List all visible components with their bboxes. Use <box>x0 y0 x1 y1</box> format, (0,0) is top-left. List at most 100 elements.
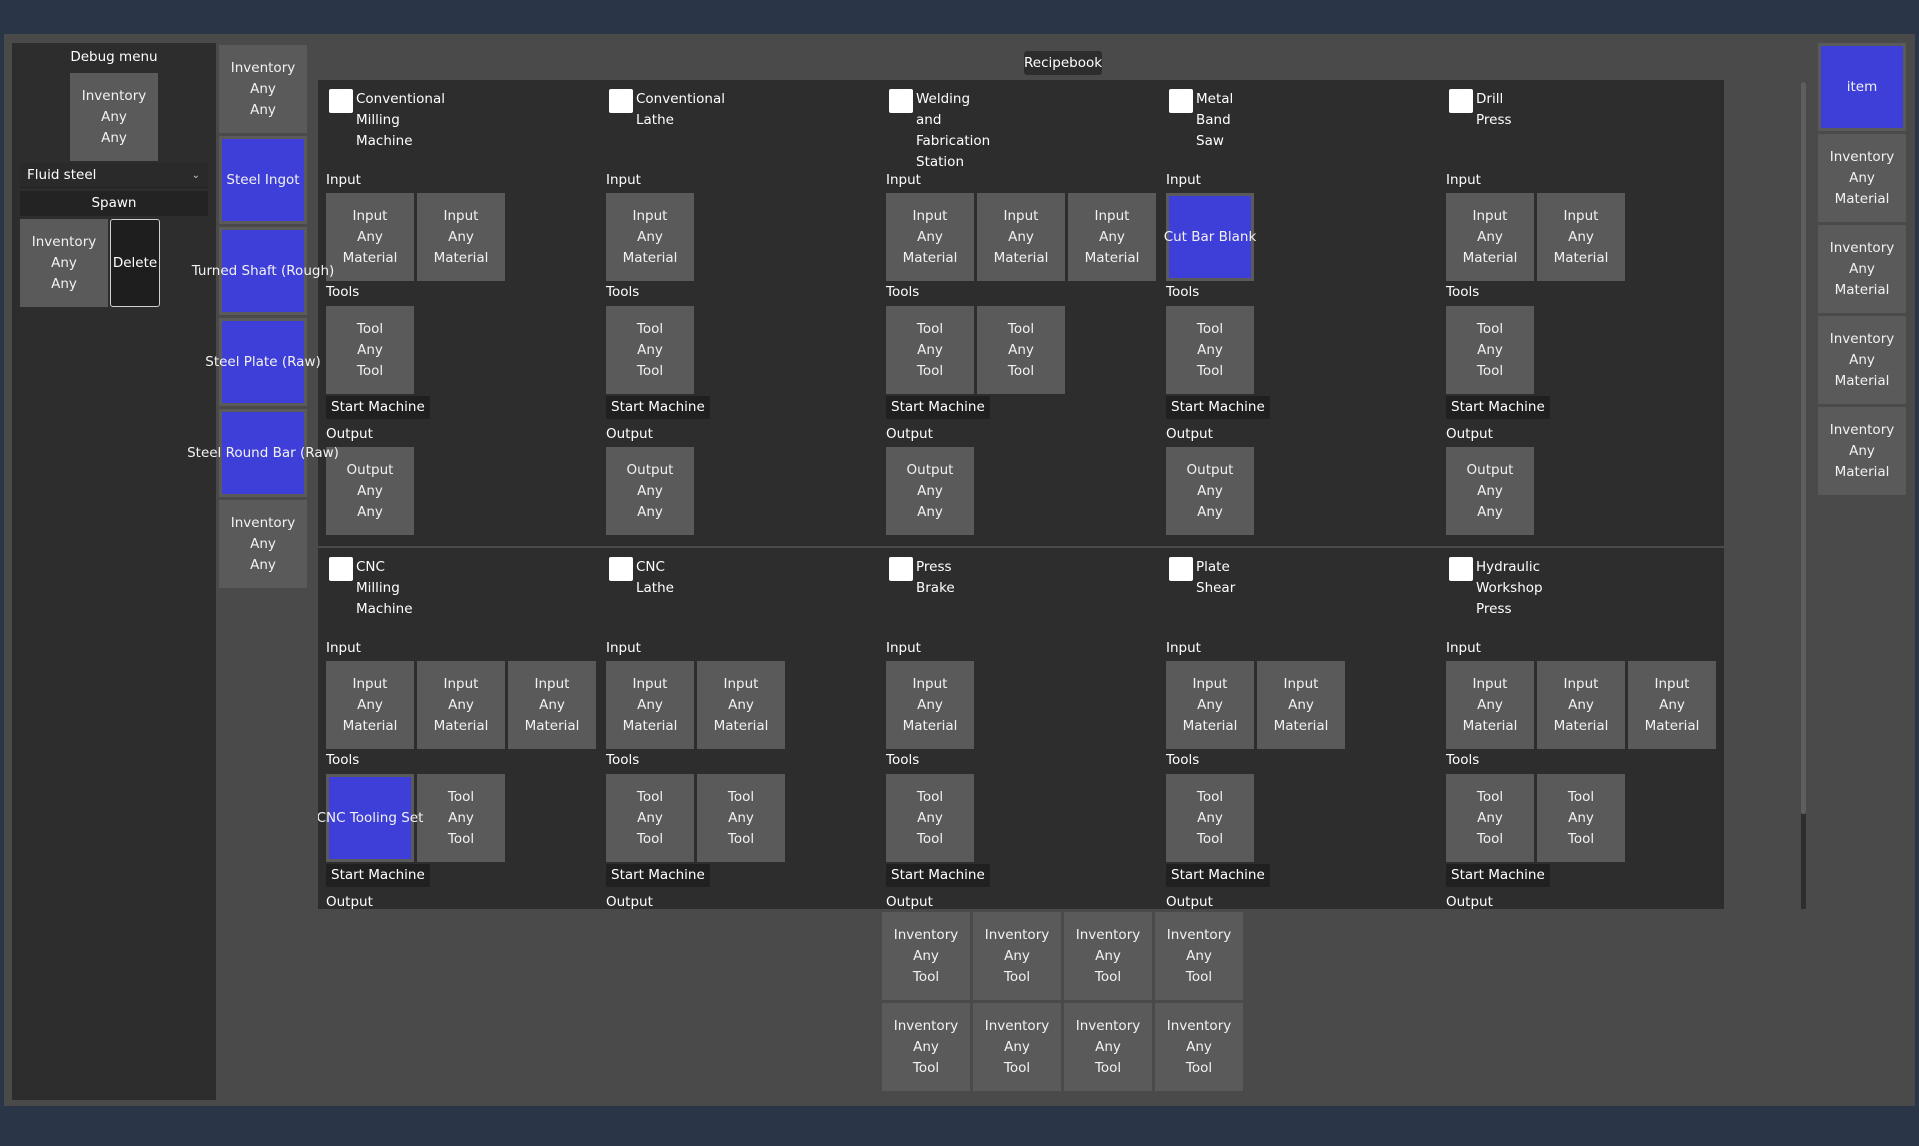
input-section-label: Input <box>1166 172 1201 188</box>
tool-item-slot[interactable]: CNC Tooling Set <box>318 774 423 862</box>
start-machine-button[interactable]: Start Machine <box>1166 864 1270 887</box>
machine-checkbox[interactable] <box>889 557 913 581</box>
machine-checkbox[interactable] <box>609 89 633 113</box>
tool-slot[interactable]: Tool Any Tool <box>417 774 505 862</box>
input-slot[interactable]: Input Any Material <box>326 193 414 281</box>
input-item-slot[interactable]: Cut Bar Blank <box>1164 193 1256 281</box>
tool-slot[interactable]: Tool Any Tool <box>886 774 974 862</box>
tool-inventory-slot[interactable]: Inventory Any Tool <box>973 1003 1061 1091</box>
input-slot-label: Input Any Material <box>1182 675 1238 734</box>
tool-inventory-slot-label: Inventory Any Tool <box>1075 926 1141 985</box>
tool-inventory-slot[interactable]: Inventory Any Tool <box>882 1003 970 1091</box>
tool-inventory-slot[interactable]: Inventory Any Tool <box>1064 912 1152 1000</box>
recipebook-scrollbar[interactable] <box>1801 82 1806 909</box>
debug-inventory-slot[interactable]: Inventory Any Any <box>70 73 158 161</box>
machine-checkbox[interactable] <box>329 89 353 113</box>
tool-slot[interactable]: Tool Any Tool <box>606 774 694 862</box>
input-slot[interactable]: Input Any Material <box>606 193 694 281</box>
inventory-slot[interactable]: Inventory Any Material <box>1818 316 1906 404</box>
item-slot-label: item <box>1846 78 1878 95</box>
input-slot[interactable]: Input Any Material <box>1537 661 1625 749</box>
tool-inventory-slot[interactable]: Inventory Any Tool <box>882 912 970 1000</box>
start-machine-button[interactable]: Start Machine <box>1166 396 1270 419</box>
inventory-slot[interactable]: Inventory Any Any <box>219 500 307 588</box>
delete-button[interactable]: Delete <box>110 219 160 307</box>
start-machine-button[interactable]: Start Machine <box>1446 396 1550 419</box>
tool-slot-label: Tool Any Tool <box>916 788 944 847</box>
debug-menu-panel: Debug menu Inventory Any Any Fluid steel… <box>12 43 216 1100</box>
machine-title: Metal Band Saw <box>1196 91 1234 149</box>
start-machine-button[interactable]: Start Machine <box>326 864 430 887</box>
machine-checkbox[interactable] <box>1449 557 1473 581</box>
tool-inventory-slot[interactable]: Inventory Any Tool <box>973 912 1061 1000</box>
input-slot[interactable]: Input Any Material <box>977 193 1065 281</box>
input-slot-label: Input Any Material <box>622 207 678 266</box>
tool-inventory-slot[interactable]: Inventory Any Tool <box>1155 1003 1243 1091</box>
input-slot[interactable]: Input Any Material <box>326 661 414 749</box>
start-machine-button[interactable]: Start Machine <box>1446 864 1550 887</box>
start-machine-button[interactable]: Start Machine <box>886 396 990 419</box>
recipebook-button[interactable]: Recipebook <box>1024 51 1102 75</box>
tool-slot[interactable]: Tool Any Tool <box>326 306 414 394</box>
tool-slot[interactable]: Tool Any Tool <box>1166 774 1254 862</box>
tool-inventory-slot-label: Inventory Any Tool <box>984 926 1050 985</box>
inventory-slot-label: Inventory Any Material <box>1829 148 1895 207</box>
input-slot[interactable]: Input Any Material <box>508 661 596 749</box>
input-slot[interactable]: Input Any Material <box>697 661 785 749</box>
spawn-inventory-slot[interactable]: Inventory Any Any <box>20 219 108 307</box>
input-slot[interactable]: Input Any Material <box>1166 661 1254 749</box>
fluid-select[interactable]: Fluid steel ⌄ <box>20 163 208 188</box>
tool-slot[interactable]: Tool Any Tool <box>1446 774 1534 862</box>
tool-slot[interactable]: Tool Any Tool <box>886 306 974 394</box>
input-slot[interactable]: Input Any Material <box>1628 661 1716 749</box>
tool-slot[interactable]: Tool Any Tool <box>1166 306 1254 394</box>
spawn-button[interactable]: Spawn <box>20 191 208 216</box>
tool-inventory-slot[interactable]: Inventory Any Tool <box>1155 912 1243 1000</box>
inventory-slot[interactable]: Inventory Any Material <box>1818 225 1906 313</box>
machine-checkbox[interactable] <box>609 557 633 581</box>
tool-slot[interactable]: Tool Any Tool <box>1446 306 1534 394</box>
machine-checkbox[interactable] <box>1169 557 1193 581</box>
item-slot[interactable]: Turned Shaft (Rough) <box>192 227 334 315</box>
input-slot[interactable]: Input Any Material <box>1446 193 1534 281</box>
item-slot[interactable]: Steel Plate (Raw) <box>205 318 321 406</box>
input-slot[interactable]: Input Any Material <box>886 661 974 749</box>
tool-slot[interactable]: Tool Any Tool <box>977 306 1065 394</box>
input-slot[interactable]: Input Any Material <box>417 661 505 749</box>
scrollbar-thumb[interactable] <box>1801 82 1806 814</box>
output-slot[interactable]: Output Any Any <box>1166 447 1254 535</box>
inventory-slot[interactable]: Inventory Any Material <box>1818 407 1906 495</box>
input-slot[interactable]: Input Any Material <box>606 661 694 749</box>
machine-checkbox[interactable] <box>889 89 913 113</box>
input-slot[interactable]: Input Any Material <box>417 193 505 281</box>
item-slot[interactable]: item <box>1818 43 1906 131</box>
tool-inventory-slot[interactable]: Inventory Any Tool <box>1064 1003 1152 1091</box>
input-slot[interactable]: Input Any Material <box>886 193 974 281</box>
start-machine-button[interactable]: Start Machine <box>326 396 430 419</box>
tool-slot[interactable]: Tool Any Tool <box>1537 774 1625 862</box>
input-slot[interactable]: Input Any Material <box>1446 661 1534 749</box>
output-slot[interactable]: Output Any Any <box>1446 447 1534 535</box>
machine-checkbox[interactable] <box>329 557 353 581</box>
inventory-slot[interactable]: Inventory Any Any <box>219 45 307 133</box>
input-slot-label: Input Any Material <box>1462 207 1518 266</box>
input-slot[interactable]: Input Any Material <box>1257 661 1345 749</box>
item-slot[interactable]: Steel Ingot <box>219 136 307 224</box>
machine-title: Welding and Fabrication Station <box>916 91 991 170</box>
inventory-slot[interactable]: Inventory Any Material <box>1818 134 1906 222</box>
input-slot[interactable]: Input Any Material <box>1068 193 1156 281</box>
output-slot[interactable]: Output Any Any <box>886 447 974 535</box>
start-machine-button[interactable]: Start Machine <box>606 396 710 419</box>
recipebook-grid: Conventional Milling Machine Input Input A… <box>318 80 1744 909</box>
start-machine-button[interactable]: Start Machine <box>886 864 990 887</box>
output-slot[interactable]: Output Any Any <box>326 447 414 535</box>
start-machine-button[interactable]: Start Machine <box>606 864 710 887</box>
item-slot[interactable]: Steel Round Bar (Raw) <box>187 409 339 497</box>
tools-section-label: Tools <box>886 284 920 300</box>
output-slot[interactable]: Output Any Any <box>606 447 694 535</box>
machine-checkbox[interactable] <box>1169 89 1193 113</box>
machine-checkbox[interactable] <box>1449 89 1473 113</box>
input-slot[interactable]: Input Any Material <box>1537 193 1625 281</box>
tool-slot[interactable]: Tool Any Tool <box>697 774 785 862</box>
tool-slot[interactable]: Tool Any Tool <box>606 306 694 394</box>
